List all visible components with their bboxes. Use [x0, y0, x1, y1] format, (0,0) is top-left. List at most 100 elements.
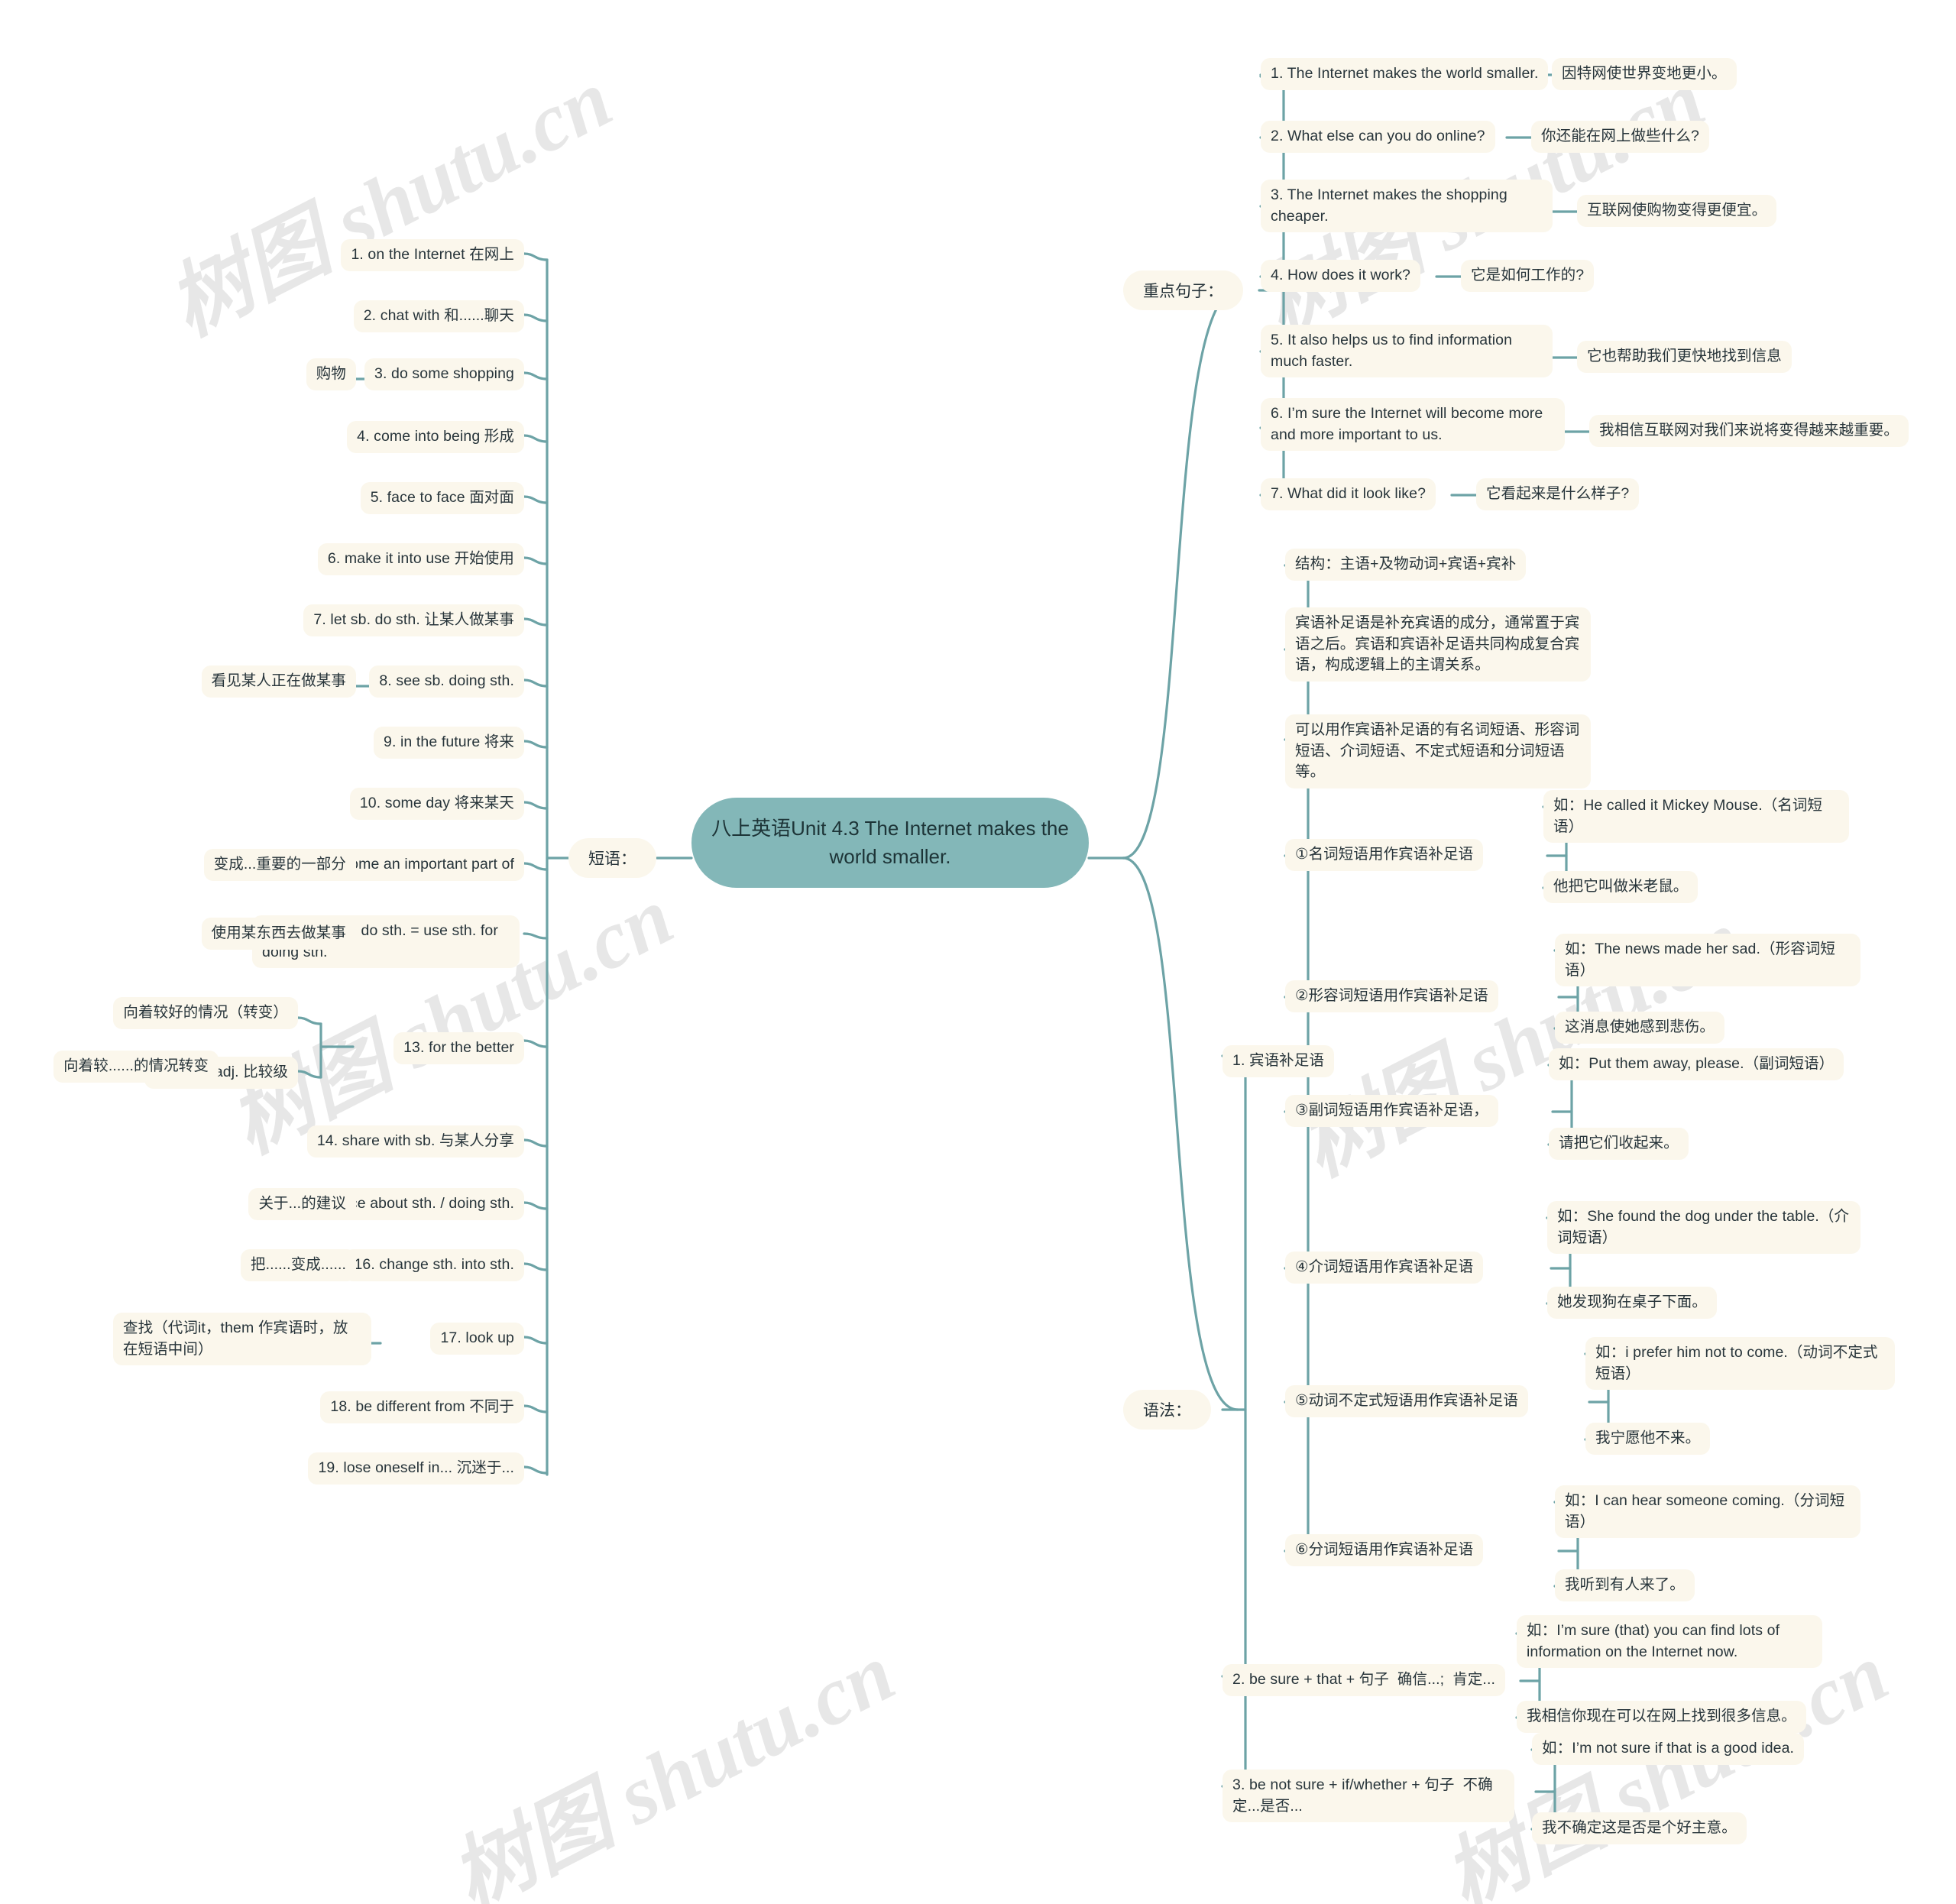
phrase-node[interactable]: 7. let sb. do sth. 让某人做某事	[303, 604, 524, 636]
sentence-translation[interactable]: 互联网使购物变得更便宜。	[1577, 195, 1777, 227]
sentence-node[interactable]: 1. The Internet makes the world smaller.	[1261, 58, 1549, 90]
branch-phrases[interactable]: 短语：	[568, 838, 656, 878]
phrase-text: 19. lose oneself in... 沉迷于...	[318, 1459, 514, 1476]
grammar-type-label: ②形容词短语用作宾语补足语	[1295, 987, 1488, 1004]
phrase-translation[interactable]: 向着较......的情况转变	[53, 1051, 219, 1083]
grammar-example-en-text: 如：Put them away, please.（副词短语）	[1559, 1055, 1835, 1072]
sentence-en-text: 5. It also helps us to find information …	[1271, 332, 1517, 370]
phrase-text: 18. be different from 不同于	[330, 1398, 514, 1415]
sentence-node[interactable]: 2. What else can you do online?	[1261, 121, 1495, 153]
grammar-item-2[interactable]: 2. be sure + that + 句子 确信...; 肯定...	[1222, 1664, 1505, 1696]
phrase-text: 6. make it into use 开始使用	[327, 550, 514, 567]
branch-grammar-label: 语法：	[1143, 1402, 1191, 1420]
sentence-node[interactable]: 7. What did it look like?	[1261, 478, 1436, 510]
grammar-type[interactable]: ⑤动词不定式短语用作宾语补足语	[1285, 1385, 1528, 1417]
grammar-example-zh[interactable]: 她发现狗在桌子下面。	[1547, 1287, 1718, 1319]
grammar-example-en[interactable]: 如：I can hear someone coming.（分词短语）	[1555, 1485, 1860, 1539]
grammar-example-en-text: 如：The news made her sad.（形容词短语）	[1565, 941, 1836, 979]
grammar-example-en-text: 如：He called it Mickey Mouse.（名词短语）	[1553, 797, 1823, 835]
grammar-example-en[interactable]: 如：She found the dog under the table.（介词短…	[1547, 1201, 1860, 1255]
grammar-example-zh[interactable]: 请把它们收起来。	[1549, 1128, 1689, 1160]
grammar-example-zh-text: 我宁愿他不来。	[1595, 1430, 1701, 1446]
branch-sentences[interactable]: 重点句子：	[1123, 270, 1243, 310]
grammar-note[interactable]: 结构：主语+及物动词+宾语+宾补	[1285, 549, 1527, 581]
grammar-example-en[interactable]: 如：I’m not sure if that is a good idea.	[1532, 1733, 1805, 1765]
grammar-note-text: 结构：主语+及物动词+宾语+宾补	[1295, 555, 1517, 572]
grammar-example-en[interactable]: 如：He called it Mickey Mouse.（名词短语）	[1543, 790, 1849, 844]
phrase-zh-text: 变成...重要的一部分	[213, 856, 346, 873]
phrase-node[interactable]: 6. make it into use 开始使用	[317, 543, 524, 575]
grammar-example-en-text: 如：She found the dog under the table.（介词短…	[1557, 1208, 1850, 1246]
grammar-type[interactable]: ③副词短语用作宾语补足语，	[1285, 1095, 1498, 1127]
phrase-node[interactable]: 14. share with sb. 与某人分享	[306, 1125, 524, 1158]
phrase-node[interactable]: 2. chat with 和......聊天	[353, 300, 524, 332]
phrase-text: 1. on the Internet 在网上	[351, 246, 514, 263]
phrase-node[interactable]: 10. some day 将来某天	[349, 788, 524, 820]
phrase-node[interactable]: 3. do some shopping	[364, 358, 524, 390]
grammar-type-label: ④介词短语用作宾语补足语	[1295, 1258, 1474, 1275]
phrase-node[interactable]: 18. be different from 不同于	[320, 1391, 524, 1423]
grammar-type-label: ⑤动词不定式短语用作宾语补足语	[1295, 1392, 1518, 1409]
sentence-translation[interactable]: 它也帮助我们更快地找到信息	[1577, 341, 1792, 373]
mindmap-canvas: 树图 shutu.cn 树图 shutu.cn 树图 shutu.cn 树图 s…	[0, 0, 1956, 1904]
sentence-node[interactable]: 5. It also helps us to find information …	[1261, 325, 1553, 378]
grammar-note[interactable]: 可以用作宾语补足语的有名词短语、形容词短语、介词短语、不定式短语和分词短语等。	[1285, 714, 1591, 789]
phrase-node[interactable]: 5. face to face 面对面	[360, 482, 524, 514]
phrase-node[interactable]: 16. change sth. into sth.	[344, 1249, 524, 1281]
grammar-example-zh[interactable]: 我宁愿他不来。	[1585, 1423, 1711, 1455]
phrase-node[interactable]: 13. for the better	[393, 1032, 524, 1064]
phrase-translation[interactable]: 把......变成......	[240, 1249, 356, 1281]
phrase-translation[interactable]: 购物	[306, 358, 356, 390]
grammar-example-en[interactable]: 如：Put them away, please.（副词短语）	[1549, 1048, 1844, 1080]
sentence-node[interactable]: 6. I’m sure the Internet will become mor…	[1261, 398, 1565, 452]
grammar-example-zh[interactable]: 我听到有人来了。	[1555, 1569, 1695, 1601]
grammar-type[interactable]: ④介词短语用作宾语补足语	[1285, 1252, 1484, 1284]
phrase-translation[interactable]: 向着较好的情况（转变）	[113, 997, 298, 1029]
phrase-translation[interactable]: 使用某东西去做某事	[201, 918, 356, 950]
grammar-example-en[interactable]: 如：I’m sure (that) you can find lots of i…	[1517, 1615, 1822, 1669]
sentence-translation[interactable]: 我相信互联网对我们来说将变得越来越重要。	[1589, 415, 1909, 447]
grammar-type[interactable]: ②形容词短语用作宾语补足语	[1285, 980, 1498, 1012]
phrase-text: 2. chat with 和......聊天	[363, 307, 514, 324]
phrase-translation[interactable]: 查找（代词it，them 作宾语时，放在短语中间）	[113, 1313, 371, 1366]
root-node[interactable]: 八上英语Unit 4.3 The Internet makes the worl…	[691, 798, 1089, 888]
sentence-translation[interactable]: 它看起来是什么样子?	[1476, 478, 1640, 510]
sentence-node[interactable]: 4. How does it work?	[1261, 260, 1420, 292]
grammar-item-1-label: 1. 宾语补足语	[1232, 1052, 1324, 1069]
phrase-zh-text: 向着较好的情况（转变）	[123, 1004, 288, 1021]
sentence-en-text: 1. The Internet makes the world smaller.	[1271, 65, 1539, 82]
phrase-zh-text: 关于...的建议	[258, 1195, 346, 1212]
phrase-node[interactable]: 9. in the future 将来	[374, 727, 524, 759]
sentence-translation[interactable]: 你还能在网上做些什么?	[1531, 121, 1709, 153]
phrase-node[interactable]: 4. come into being 形成	[347, 421, 524, 453]
phrase-translation[interactable]: 看见某人正在做某事	[201, 665, 356, 698]
grammar-example-zh[interactable]: 我不确定这是否是个好主意。	[1532, 1812, 1747, 1844]
sentence-node[interactable]: 3. The Internet makes the shopping cheap…	[1261, 180, 1553, 233]
grammar-item-1[interactable]: 1. 宾语补足语	[1222, 1045, 1334, 1077]
grammar-example-zh[interactable]: 这消息使她感到悲伤。	[1555, 1012, 1725, 1044]
phrase-node[interactable]: 1. on the Internet 在网上	[341, 239, 524, 271]
sentence-translation[interactable]: 因特网使世界变地更小。	[1552, 58, 1737, 90]
grammar-example-zh[interactable]: 他把它叫做米老鼠。	[1543, 871, 1699, 903]
grammar-type[interactable]: ①名词短语用作宾语补足语	[1285, 839, 1484, 871]
grammar-note[interactable]: 宾语补足语是补充宾语的成分，通常置于宾语之后。宾语和宾语补足语共同构成复合宾语，…	[1285, 607, 1591, 682]
branch-grammar[interactable]: 语法：	[1123, 1390, 1211, 1430]
phrase-node[interactable]: 8. see sb. doing sth.	[369, 665, 524, 698]
grammar-type[interactable]: ⑥分词短语用作宾语补足语	[1285, 1534, 1484, 1566]
grammar-type-label: ①名词短语用作宾语补足语	[1295, 846, 1474, 863]
grammar-example-zh-text: 他把它叫做米老鼠。	[1553, 878, 1689, 895]
phrase-zh-text: 向着较......的情况转变	[63, 1057, 209, 1074]
phrase-node[interactable]: 19. lose oneself in... 沉迷于...	[308, 1452, 524, 1485]
grammar-item-3[interactable]: 3. be not sure + if/whether + 句子 不确定...是…	[1222, 1770, 1514, 1823]
grammar-example-en-text: 如：I’m sure (that) you can find lots of i…	[1527, 1622, 1784, 1660]
grammar-example-en[interactable]: 如：The news made her sad.（形容词短语）	[1555, 934, 1860, 987]
phrase-zh-text: 把......变成......	[250, 1256, 346, 1273]
grammar-example-en[interactable]: 如：i prefer him not to come.（动词不定式短语）	[1585, 1337, 1895, 1391]
phrase-node[interactable]: 17. look up	[430, 1323, 524, 1355]
phrase-translation[interactable]: 变成...重要的一部分	[203, 849, 356, 881]
phrase-translation[interactable]: 关于...的建议	[248, 1188, 356, 1220]
phrase-zh-text: 看见某人正在做某事	[211, 672, 346, 689]
sentence-translation[interactable]: 它是如何工作的?	[1461, 260, 1595, 292]
sentence-zh-text: 它看起来是什么样子?	[1486, 485, 1630, 502]
grammar-example-zh[interactable]: 我相信你现在可以在网上找到很多信息。	[1517, 1701, 1806, 1733]
